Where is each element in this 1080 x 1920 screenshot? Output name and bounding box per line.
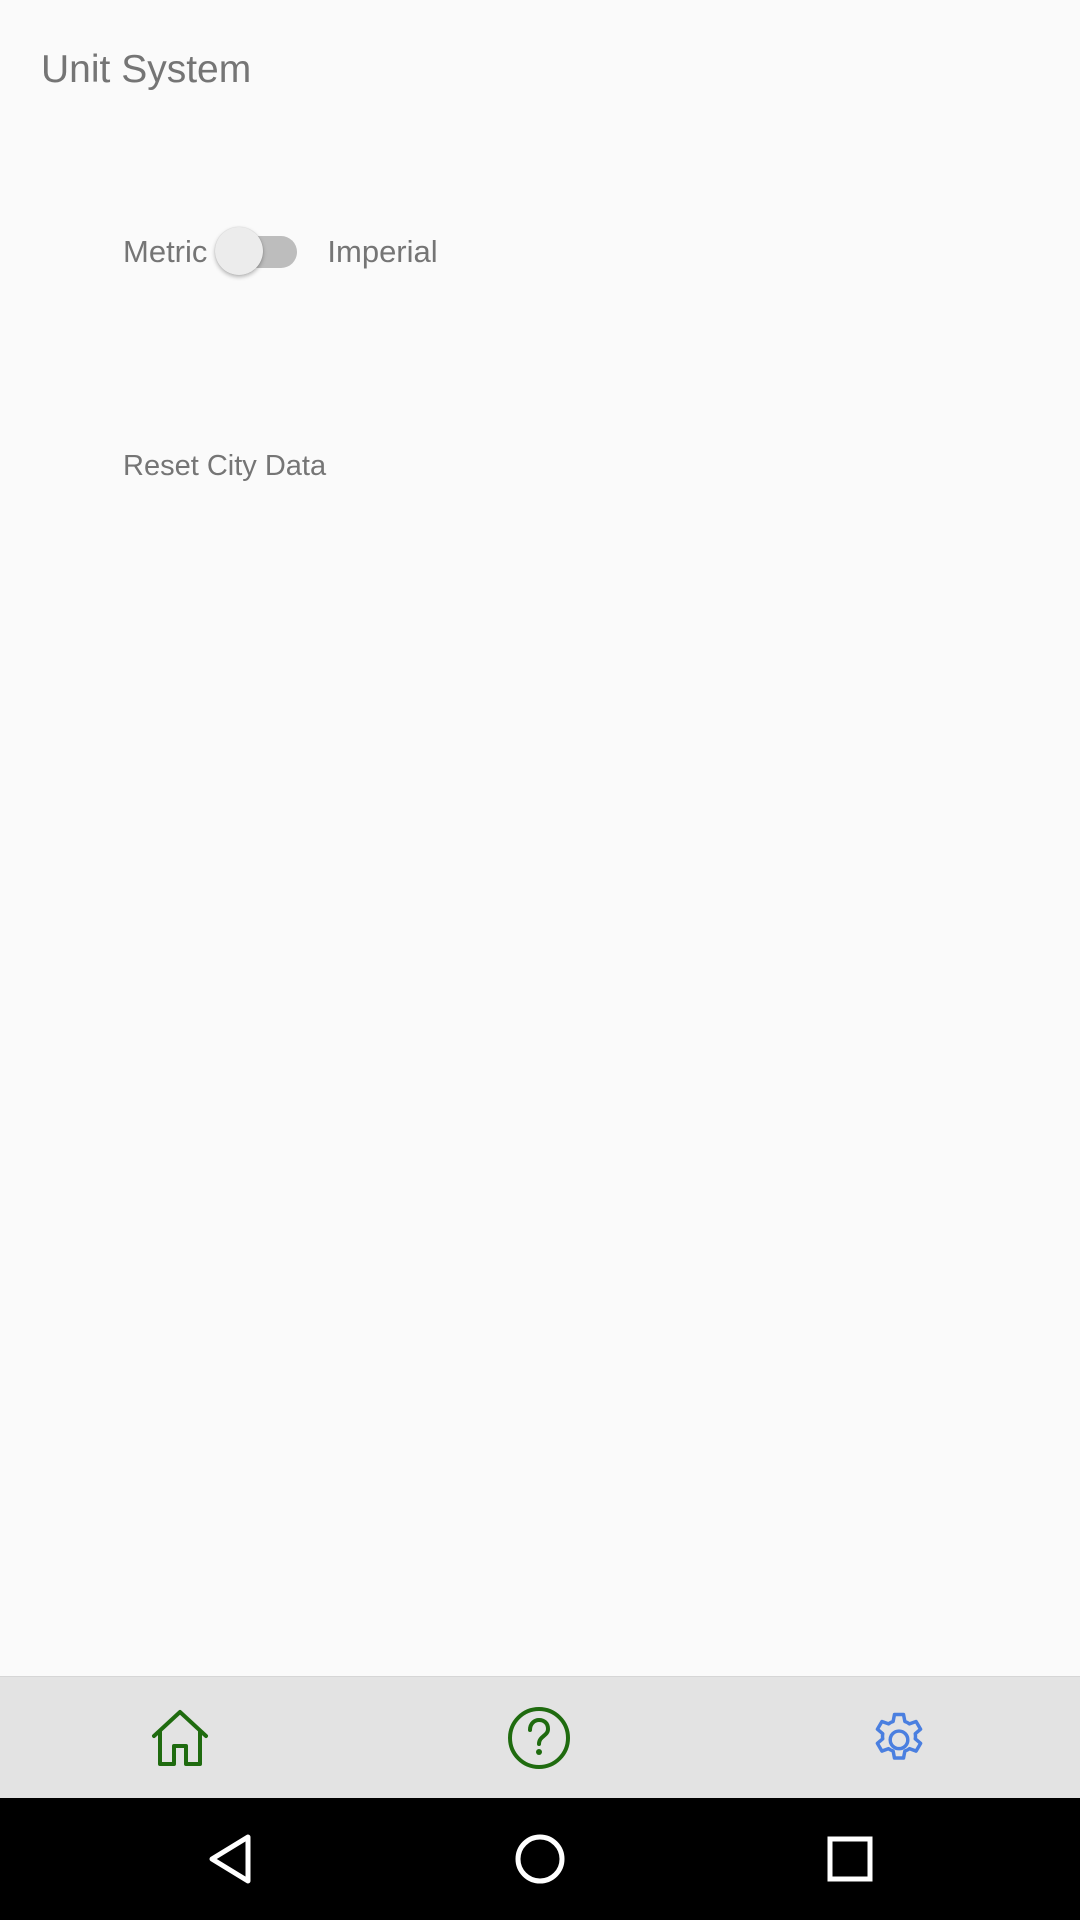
system-home-button[interactable] (510, 1829, 570, 1889)
reset-city-data-button[interactable]: Reset City Data (123, 450, 326, 483)
settings-screen: Unit System Metric Imperial Reset City D… (0, 0, 1080, 1920)
metric-label: Metric (123, 234, 208, 269)
help-icon (508, 1707, 570, 1769)
nav-home-button[interactable] (148, 1706, 212, 1770)
gear-icon (875, 1712, 923, 1760)
nav-help-button[interactable] (507, 1706, 571, 1770)
recents-icon (827, 1836, 873, 1882)
section-title-unit-system: Unit System (41, 48, 252, 91)
home-circle-icon (515, 1834, 565, 1884)
system-navigation-bar (0, 1798, 1080, 1920)
system-back-button[interactable] (200, 1829, 260, 1889)
imperial-label: Imperial (327, 234, 438, 269)
back-icon (209, 1834, 251, 1884)
home-icon (152, 1710, 208, 1766)
unit-system-row: Metric Imperial (123, 224, 438, 280)
system-recents-button[interactable] (820, 1829, 880, 1889)
unit-system-switch[interactable] (213, 224, 309, 280)
nav-settings-button[interactable] (867, 1706, 931, 1770)
bottom-navigation-bar (0, 1676, 1080, 1799)
